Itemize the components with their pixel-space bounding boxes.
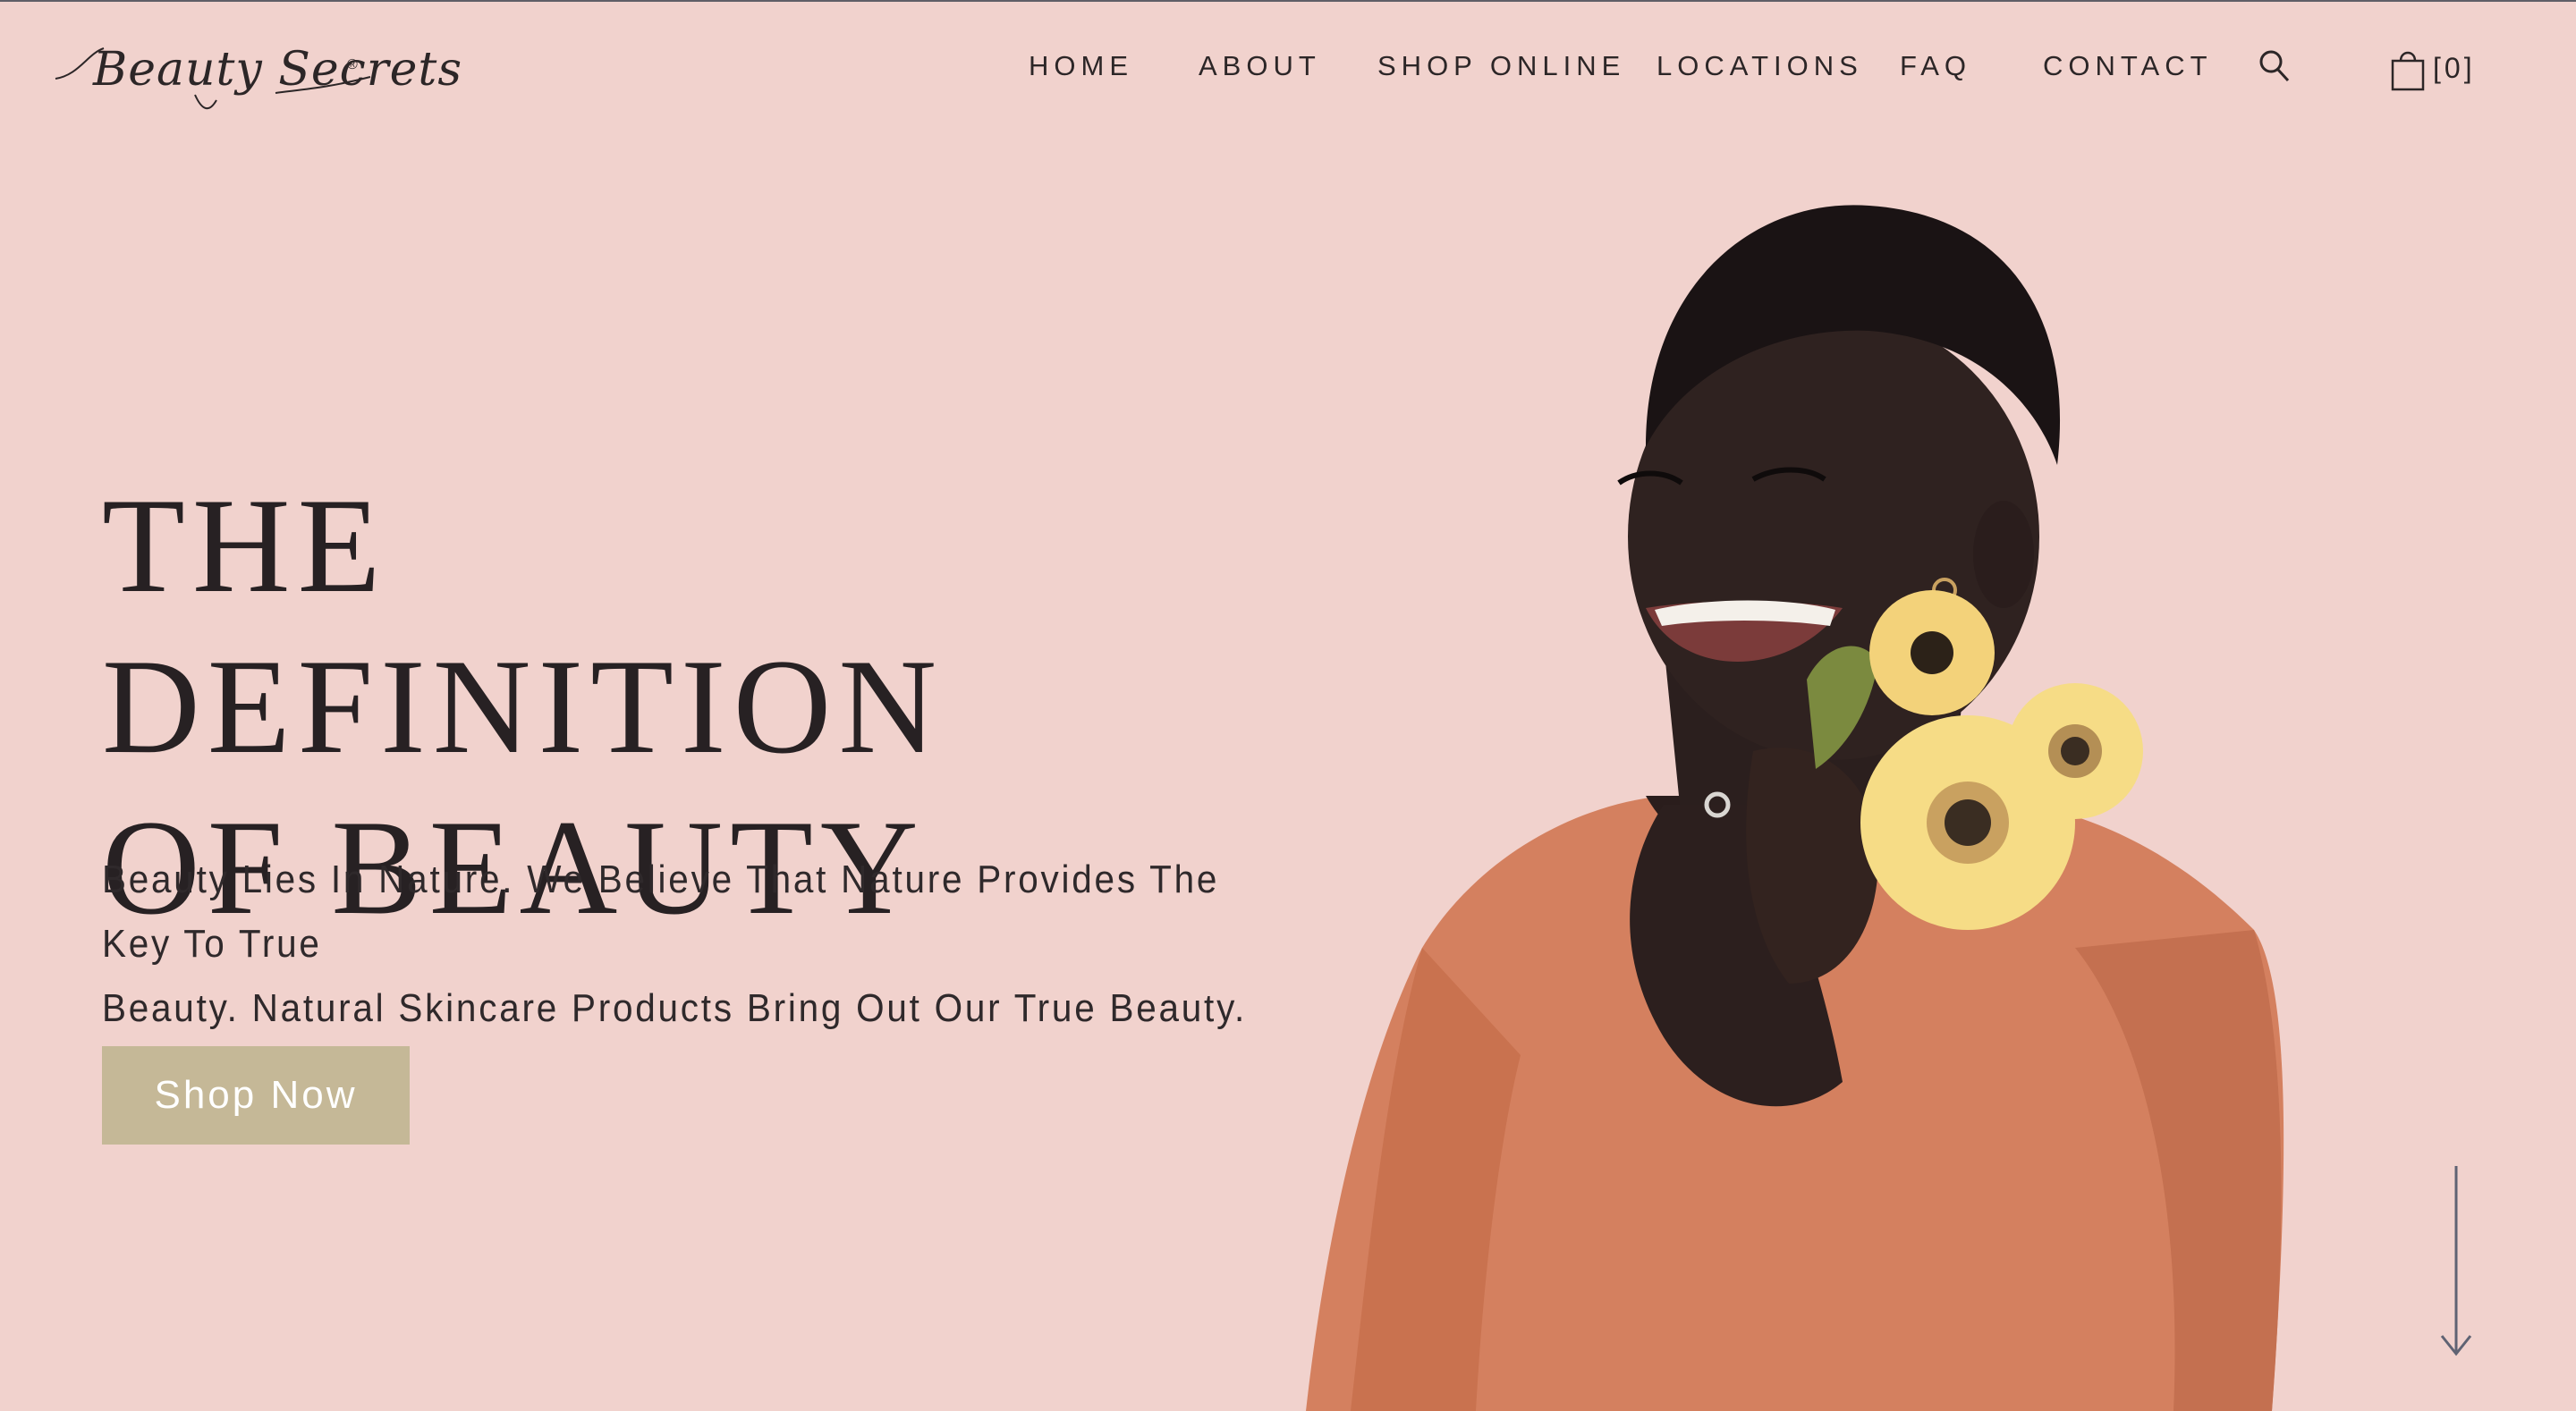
search-icon[interactable] (2258, 48, 2292, 89)
nav-faq[interactable]: FAQ (1900, 50, 1971, 82)
hero-subtext: Beauty Lies In Nature. We Believe That N… (102, 848, 1254, 1041)
hero-model-image (1306, 205, 2284, 1411)
flower-3 (2007, 683, 2143, 819)
nav-locations[interactable]: LOCATIONS (1657, 50, 1863, 82)
headline-line-1: THE DEFINITION (102, 470, 945, 782)
flower-2 (1869, 590, 1995, 715)
registered-mark: ® (347, 57, 358, 72)
cart-count[interactable]: [0] (2433, 52, 2476, 85)
nav-home[interactable]: HOME (1029, 50, 1133, 82)
nav-about[interactable]: ABOUT (1199, 50, 1321, 82)
shopping-bag-icon[interactable] (2390, 48, 2426, 96)
top-border (0, 0, 2576, 2)
nav-contact[interactable]: CONTACT (2043, 50, 2213, 82)
subtext-line-2: Beauty. Natural Skincare Products Bring … (102, 986, 1248, 1030)
logo-text: Beauty Secrets (93, 43, 463, 97)
arrow-down-icon[interactable] (2438, 1162, 2474, 1364)
subtext-line-1: Beauty Lies In Nature. We Believe That N… (102, 858, 1220, 966)
brand-logo[interactable]: Beauty Secrets ® (52, 36, 462, 116)
shop-now-button[interactable]: Shop Now (102, 1046, 410, 1145)
nav-shop-online[interactable]: SHOP ONLINE (1377, 50, 1625, 82)
